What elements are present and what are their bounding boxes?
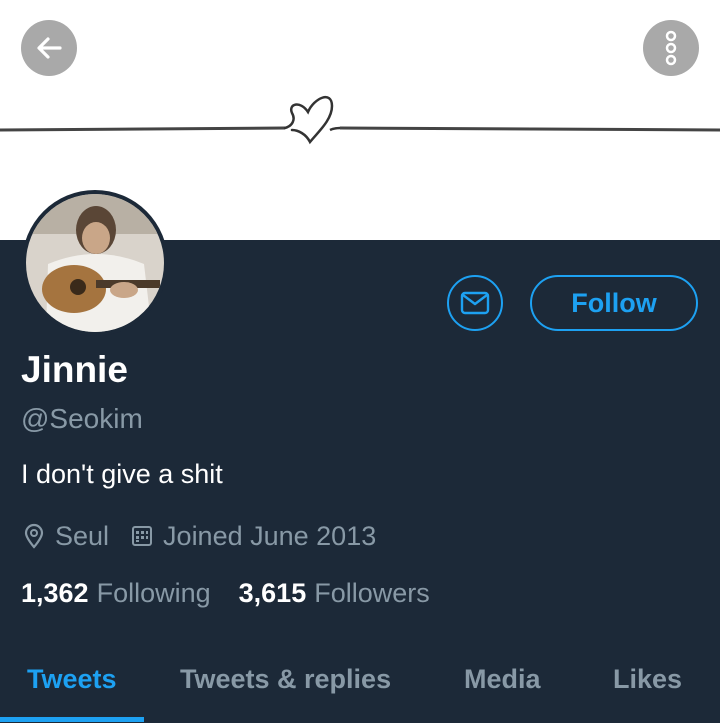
tab-tweets[interactable]: Tweets bbox=[27, 664, 117, 695]
tab-media[interactable]: Media bbox=[464, 664, 541, 695]
more-options-button[interactable] bbox=[643, 20, 699, 76]
followers-link[interactable]: 3,615 Followers bbox=[239, 578, 430, 609]
followers-label: Followers bbox=[314, 578, 430, 608]
vertical-dots-icon bbox=[665, 30, 677, 66]
profile-bio: I don't give a shit bbox=[21, 459, 223, 489]
follow-button[interactable]: Follow bbox=[530, 275, 698, 331]
location-pin-icon bbox=[23, 523, 45, 549]
following-link[interactable]: 1,362 Following bbox=[21, 578, 211, 609]
calendar-icon bbox=[131, 525, 153, 547]
profile-meta: Seul Joined June 2013 bbox=[23, 518, 376, 554]
profile-location: Seul bbox=[55, 520, 110, 551]
profile-handle: @Seokim bbox=[21, 403, 143, 434]
followers-count: 3,615 bbox=[238, 578, 307, 608]
message-button[interactable] bbox=[447, 275, 503, 331]
profile-tabs: Tweets Tweets & replies Media Likes bbox=[0, 650, 720, 723]
follow-counts: 1,362 Following 3,615 Followers bbox=[21, 578, 430, 609]
tab-tweets-replies[interactable]: Tweets & replies bbox=[180, 664, 391, 695]
avatar-image bbox=[26, 194, 164, 332]
profile-joined-date: Joined June 2013 bbox=[163, 520, 377, 551]
envelope-icon bbox=[460, 291, 490, 315]
profile-name: Jinnie bbox=[21, 349, 128, 390]
back-button[interactable] bbox=[21, 20, 77, 76]
tab-likes[interactable]: Likes bbox=[613, 664, 682, 695]
following-label: Following bbox=[96, 578, 211, 608]
active-tab-indicator bbox=[0, 717, 144, 722]
heart-line-icon bbox=[0, 95, 720, 145]
arrow-left-icon bbox=[37, 37, 62, 59]
avatar[interactable] bbox=[22, 190, 168, 336]
following-count: 1,362 bbox=[21, 578, 89, 608]
